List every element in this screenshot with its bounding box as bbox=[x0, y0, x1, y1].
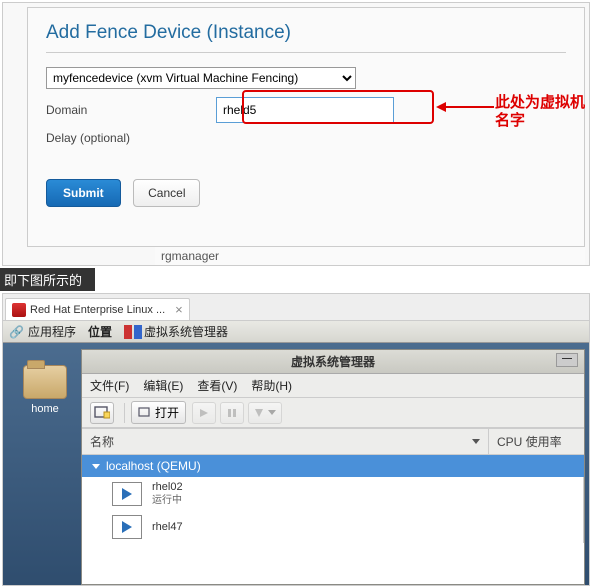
window-title: 虚拟系统管理器 bbox=[291, 353, 375, 370]
host-label: localhost (QEMU) bbox=[106, 459, 201, 473]
window-titlebar: 虚拟系统管理器 — bbox=[82, 350, 584, 374]
watermark: @51CTO博客 bbox=[508, 564, 583, 581]
domain-input[interactable] bbox=[216, 97, 394, 123]
places-menu[interactable]: 位置 bbox=[88, 323, 112, 340]
open-label: 打开 bbox=[155, 404, 179, 421]
home-label: home bbox=[21, 403, 69, 415]
pause-button[interactable] bbox=[220, 402, 244, 424]
caption-text: 即下图所示的 bbox=[0, 268, 95, 291]
menu-file[interactable]: 文件(F) bbox=[90, 377, 129, 394]
list-header: 名称 CPU 使用率 bbox=[82, 428, 584, 455]
arrow-icon bbox=[436, 100, 496, 114]
add-fence-dialog: Add Fence Device (Instance) myfencedevic… bbox=[27, 7, 585, 247]
menu-edit[interactable]: 编辑(E) bbox=[143, 377, 183, 394]
virt-manager-window: 虚拟系统管理器 — 文件(F) 编辑(E) 查看(V) 帮助(H) 打开 bbox=[81, 349, 585, 585]
vmm-menuitem[interactable]: 虚拟系统管理器 bbox=[144, 323, 228, 340]
vm-thumbnail-icon bbox=[112, 482, 142, 506]
desktop: home 虚拟系统管理器 — 文件(F) 编辑(E) 查看(V) 帮助(H) bbox=[3, 343, 589, 585]
open-button[interactable]: 打开 bbox=[131, 401, 186, 424]
cancel-button[interactable]: Cancel bbox=[133, 179, 200, 207]
dialog-title: Add Fence Device (Instance) bbox=[46, 22, 566, 53]
menu-view[interactable]: 查看(V) bbox=[197, 377, 237, 394]
apps-menu[interactable]: 应用程序 bbox=[28, 323, 76, 340]
delay-label: Delay (optional) bbox=[46, 131, 216, 145]
submit-button[interactable]: Submit bbox=[46, 179, 121, 207]
browser-tabbar: Red Hat Enterprise Linux ... × bbox=[3, 294, 589, 321]
vm-name: rhel02 bbox=[152, 481, 183, 494]
rgmanager-row: rgmanager bbox=[155, 247, 585, 265]
close-icon[interactable]: × bbox=[175, 302, 183, 317]
home-folder[interactable]: home bbox=[21, 365, 69, 415]
sort-chevron-icon bbox=[472, 439, 480, 444]
vm-row[interactable]: rhel02 运行中 bbox=[82, 477, 584, 511]
window-menubar: 文件(F) 编辑(E) 查看(V) 帮助(H) bbox=[82, 374, 584, 397]
tab-title: Red Hat Enterprise Linux ... bbox=[30, 304, 165, 316]
folder-icon bbox=[23, 365, 67, 399]
vm-row[interactable]: rhel47 bbox=[82, 511, 584, 543]
separator bbox=[124, 403, 125, 423]
minimize-button[interactable]: — bbox=[556, 353, 578, 367]
expand-icon bbox=[92, 464, 100, 469]
menu-help[interactable]: 帮助(H) bbox=[251, 377, 292, 394]
vm-name: rhel47 bbox=[152, 521, 183, 534]
chevron-down-icon bbox=[268, 410, 276, 415]
new-vm-button[interactable] bbox=[90, 402, 114, 424]
shutdown-button[interactable] bbox=[248, 402, 282, 424]
host-row[interactable]: localhost (QEMU) bbox=[82, 455, 584, 477]
fence-device-select[interactable]: myfencedevice (xvm Virtual Machine Fenci… bbox=[46, 67, 356, 89]
redhat-icon bbox=[12, 303, 26, 317]
browser-tab[interactable]: Red Hat Enterprise Linux ... × bbox=[5, 298, 190, 320]
domain-label: Domain bbox=[46, 103, 216, 117]
run-button[interactable] bbox=[192, 402, 216, 424]
panel-app-icon: 🔗 bbox=[9, 325, 24, 339]
toolbar: 打开 bbox=[82, 397, 584, 428]
vm-status: 运行中 bbox=[152, 494, 183, 507]
annotation-text: 此处为虚拟机名字 bbox=[495, 94, 585, 130]
col-cpu[interactable]: CPU 使用率 bbox=[489, 429, 584, 454]
vm-thumbnail-icon bbox=[112, 515, 142, 539]
virt-manager-icon bbox=[124, 325, 142, 339]
col-name[interactable]: 名称 bbox=[82, 429, 489, 454]
gnome-panel: 🔗 应用程序 位置 虚拟系统管理器 bbox=[3, 321, 589, 343]
